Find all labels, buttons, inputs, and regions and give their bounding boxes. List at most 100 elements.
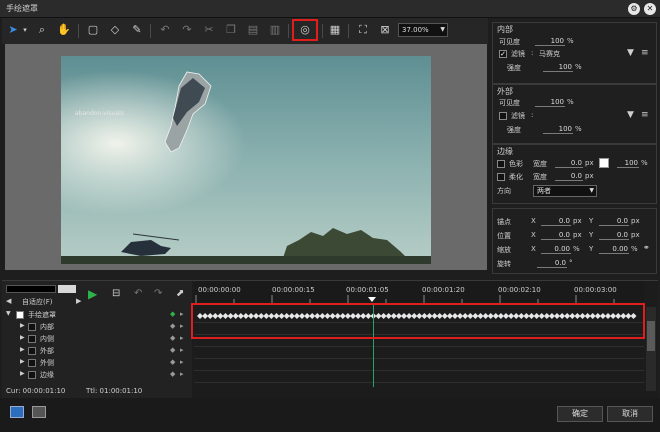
zoom-select[interactable]: 37.00% ▼ [398, 23, 448, 37]
timeline-zoom-slider[interactable] [6, 285, 56, 293]
keyframe-icon[interactable]: ◆ [170, 322, 175, 330]
keyframe-icon[interactable]: ◆ [170, 370, 175, 378]
paste-icon[interactable]: ▤ [246, 23, 260, 37]
outer-strength-input[interactable]: 100 [543, 125, 573, 134]
view-mode-icon[interactable] [10, 406, 24, 418]
edge-soften-width-input[interactable]: 0.0 [555, 172, 583, 181]
layer-row-edge[interactable]: ▶ 边缘 ◆ ▸ [4, 369, 190, 381]
collapse-icon[interactable]: ▼ [6, 310, 11, 317]
outer-visibility-input[interactable]: 100 [535, 98, 565, 107]
list-icon[interactable]: ≡ [641, 110, 649, 120]
edge-color-swatch[interactable] [599, 158, 609, 168]
track-row[interactable] [194, 347, 644, 359]
expand-icon[interactable]: ▶ [20, 334, 25, 341]
layer-row-inside[interactable]: ▶ 内侧 ◆ ▸ [4, 333, 190, 345]
expand-icon[interactable]: ▶ [20, 346, 25, 353]
expand-icon[interactable]: ▶ [20, 358, 25, 365]
keyframe-icon[interactable]: ◆ [170, 346, 175, 354]
filter-icon[interactable]: ▼ [627, 48, 634, 58]
slider-thumb[interactable] [58, 285, 76, 293]
cut-icon[interactable]: ✂ [202, 23, 216, 37]
chevron-right-icon[interactable]: ▸ [180, 322, 184, 330]
filter-icon[interactable]: ▼ [627, 110, 634, 120]
position-x-input[interactable]: 0.0 [541, 231, 571, 240]
cancel-button[interactable]: 取消 [607, 406, 653, 422]
view-mode-alt-icon[interactable] [32, 406, 46, 418]
chevron-right-icon[interactable]: ▸ [180, 358, 184, 366]
layer-row-mask[interactable]: ▼ 手绘遮罩 ◆ ▸ [4, 309, 190, 321]
graph-icon[interactable]: ⬈ [176, 288, 184, 299]
layer-checkbox[interactable] [28, 371, 36, 379]
fit-label[interactable]: 自适应(F) [22, 297, 53, 307]
ok-button[interactable]: 确定 [557, 406, 603, 422]
rectangle-icon[interactable]: ▢ [86, 23, 100, 37]
list-icon[interactable]: ≡ [641, 48, 649, 58]
redo-icon[interactable]: ↷ [154, 288, 162, 299]
video-frame[interactable] [61, 56, 431, 264]
track-row[interactable] [194, 371, 644, 383]
rotate-input[interactable]: 0.0 [537, 259, 567, 268]
pen-icon[interactable]: ✎ [130, 23, 144, 37]
close-icon[interactable]: ✕ [644, 3, 656, 15]
chevron-right-icon[interactable]: ▸ [180, 346, 184, 354]
chevron-right-icon[interactable]: ▶ [76, 297, 81, 305]
chevron-right-icon[interactable]: ▸ [180, 334, 184, 342]
anchor-y-input[interactable]: 0.0 [599, 217, 629, 226]
edge-opacity-input[interactable]: 100 [617, 159, 639, 168]
edge-color-checkbox[interactable] [497, 160, 505, 168]
hand-icon[interactable]: ✋ [57, 23, 71, 37]
undo-icon[interactable]: ↶ [158, 23, 172, 37]
inner-filter-value[interactable]: 马赛克 [539, 49, 560, 59]
anchor-x-input[interactable]: 0.0 [541, 217, 571, 226]
undo-icon[interactable]: ↶ [134, 288, 142, 299]
edge-width-input[interactable]: 0.0 [555, 159, 583, 168]
status-bar: Cur: 00:00:01:10 Ttl: 01:00:01:10 [0, 384, 190, 398]
chevron-right-icon[interactable]: ▸ [180, 310, 184, 318]
layer-checkbox[interactable] [28, 347, 36, 355]
px-unit: px [585, 172, 594, 180]
fit-icon[interactable]: ⛶ [356, 23, 370, 37]
layer-row-inner[interactable]: ▶ 内部 ◆ ▸ [4, 321, 190, 333]
settings-icon[interactable]: ⚙ [628, 3, 640, 15]
scale-y-input[interactable]: 0.00 [599, 245, 629, 254]
copy-icon[interactable]: ❐ [224, 23, 238, 37]
layer-checkbox[interactable] [28, 359, 36, 367]
layer-checkbox[interactable] [28, 323, 36, 331]
layer-checkbox[interactable] [16, 311, 24, 319]
edge-soften-checkbox[interactable] [497, 173, 505, 181]
position-y-input[interactable]: 0.0 [599, 231, 629, 240]
layer-checkbox[interactable] [28, 335, 36, 343]
timeline-scrollbar[interactable] [646, 307, 656, 391]
layer-row-outer[interactable]: ▶ 外部 ◆ ▸ [4, 345, 190, 357]
keyframe-icon[interactable]: ◆ [170, 334, 175, 342]
chevron-right-icon[interactable]: ▸ [180, 370, 184, 378]
inner-filter-checkbox[interactable]: ✓ [499, 50, 507, 58]
outer-filter-checkbox[interactable] [499, 112, 507, 120]
loop-icon[interactable]: ⊟ [112, 288, 120, 299]
grid-icon[interactable]: ▦ [328, 23, 342, 37]
timeline-ruler[interactable]: 00:00:00:00 00:00:00:15 00:00:01:05 00:0… [194, 281, 644, 303]
redo-icon[interactable]: ↷ [180, 23, 194, 37]
fullscreen-icon[interactable]: ⊠ [378, 23, 392, 37]
expand-icon[interactable]: ▶ [20, 370, 25, 377]
ellipse-icon[interactable]: ◇ [108, 23, 122, 37]
layer-row-outside[interactable]: ▶ 外侧 ◆ ▸ [4, 357, 190, 369]
edge-direction-value: 两者 [537, 187, 551, 195]
edge-direction-select[interactable]: 两者 ▼ [533, 185, 597, 197]
link-icon[interactable]: ⚭ [643, 243, 650, 252]
scrollbar-thumb[interactable] [647, 321, 655, 351]
inner-visibility-input[interactable]: 100 [535, 37, 565, 46]
ruler-ticks [195, 295, 615, 303]
keyframe-icon[interactable]: ◆ [170, 358, 175, 366]
zoom-icon[interactable]: ⌕ [35, 23, 49, 37]
track-row[interactable] [194, 359, 644, 371]
chevron-left-icon[interactable]: ◀ [6, 297, 11, 305]
scale-x-input[interactable]: 0.00 [541, 245, 571, 254]
keyframe-add-icon[interactable]: ◆ [170, 310, 175, 318]
zoom-value: 37.00% [402, 26, 429, 34]
expand-icon[interactable]: ▶ [20, 322, 25, 329]
inner-strength-input[interactable]: 100 [543, 63, 573, 72]
delete-icon[interactable]: ▥ [268, 23, 282, 37]
chevron-down-icon[interactable]: ▾ [18, 23, 32, 37]
play-icon[interactable]: ▶ [88, 287, 97, 301]
